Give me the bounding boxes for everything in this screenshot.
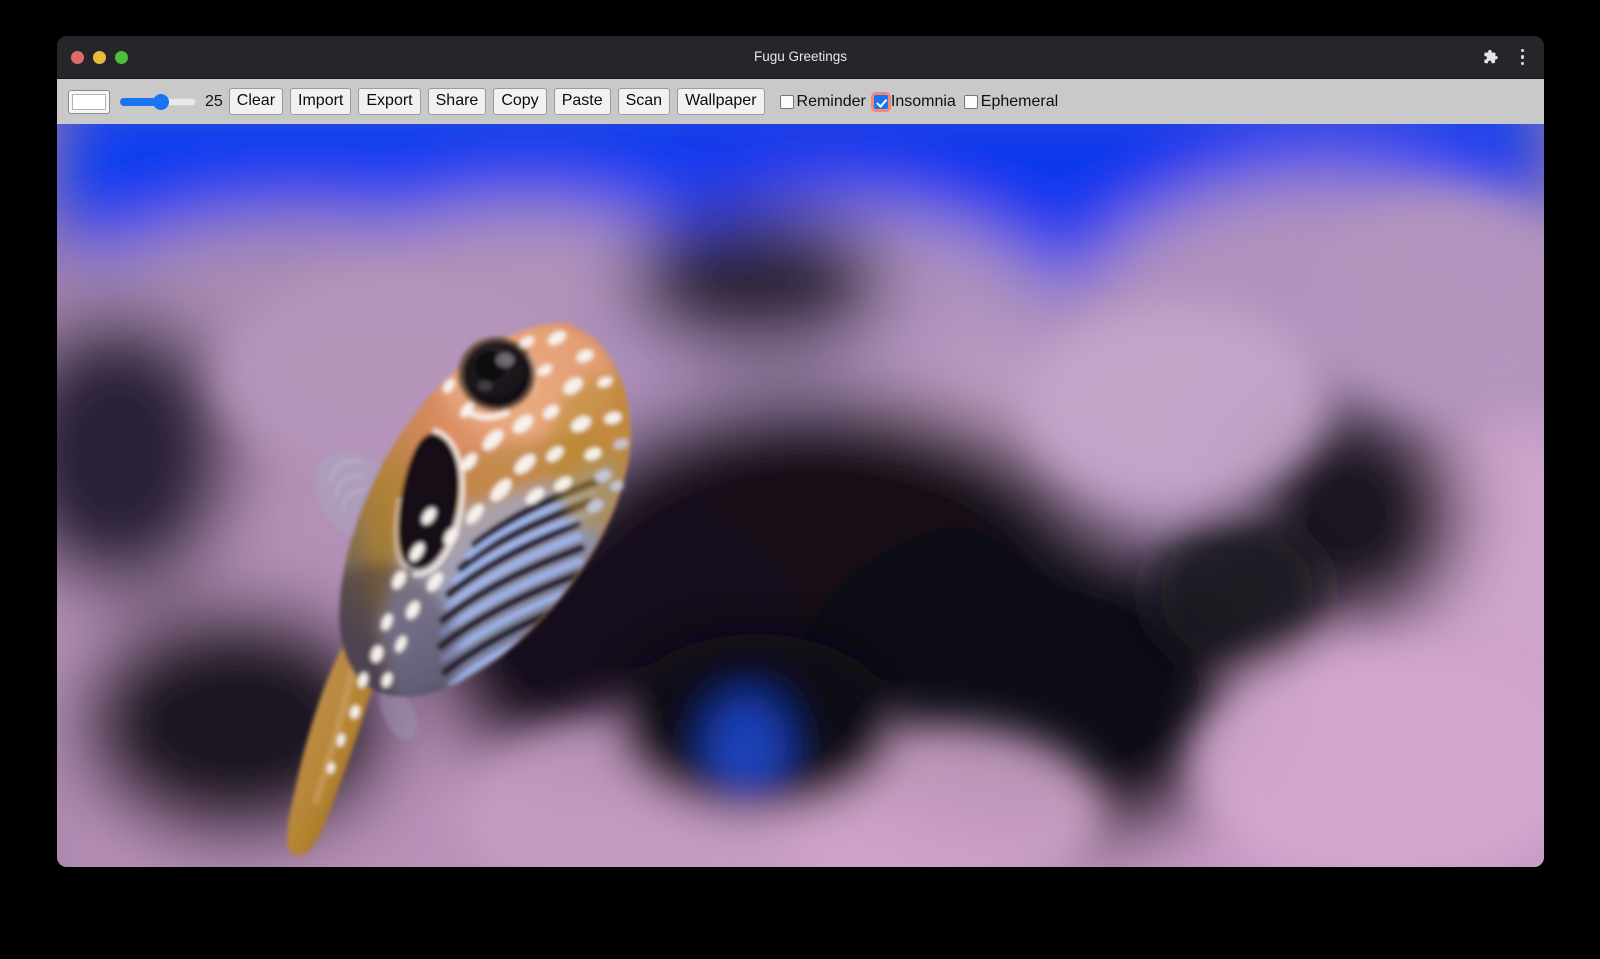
drawing-canvas[interactable] [57,124,1544,867]
copy-button[interactable]: Copy [493,88,546,115]
app-toolbar: 25 Clear Import Export Share Copy Paste … [57,78,1544,124]
close-button[interactable] [71,51,84,64]
insomnia-label: Insomnia [891,94,956,110]
import-button[interactable]: Import [290,88,351,115]
menu-icon[interactable] [1515,45,1531,70]
reminder-label: Reminder [797,94,866,110]
title-bar-actions [1481,36,1531,78]
insomnia-checkbox[interactable] [874,95,888,109]
share-button[interactable]: Share [428,88,487,115]
insomnia-checkbox-row[interactable]: Insomnia [866,94,956,110]
line-width-slider[interactable] [120,91,196,113]
wallpaper-button[interactable]: Wallpaper [677,88,764,115]
minimize-button[interactable] [93,51,106,64]
ephemeral-checkbox-row[interactable]: Ephemeral [956,94,1058,110]
browser-window: Fugu Greetings [57,36,1544,867]
kebab-dot [1521,49,1525,53]
ephemeral-checkbox[interactable] [964,95,978,109]
slider-thumb[interactable] [153,94,169,110]
extensions-icon[interactable] [1481,48,1499,66]
title-bar: Fugu Greetings [57,36,1544,78]
window-controls [71,51,128,64]
screenshot-root: Fugu Greetings [0,0,1600,959]
kebab-dot [1521,55,1525,59]
kebab-dot [1521,62,1525,66]
paste-button[interactable]: Paste [554,88,611,115]
scan-button[interactable]: Scan [618,88,670,115]
pufferfish-photo [57,124,1544,867]
slider-value-label: 25 [205,94,223,110]
color-picker-input[interactable] [68,90,110,114]
reminder-checkbox-row[interactable]: Reminder [772,94,866,110]
reminder-checkbox[interactable] [780,95,794,109]
export-button[interactable]: Export [358,88,420,115]
clear-button[interactable]: Clear [229,88,283,115]
ephemeral-label: Ephemeral [981,94,1058,110]
window-title: Fugu Greetings [57,36,1544,78]
color-swatch-preview [72,94,106,110]
maximize-button[interactable] [115,51,128,64]
